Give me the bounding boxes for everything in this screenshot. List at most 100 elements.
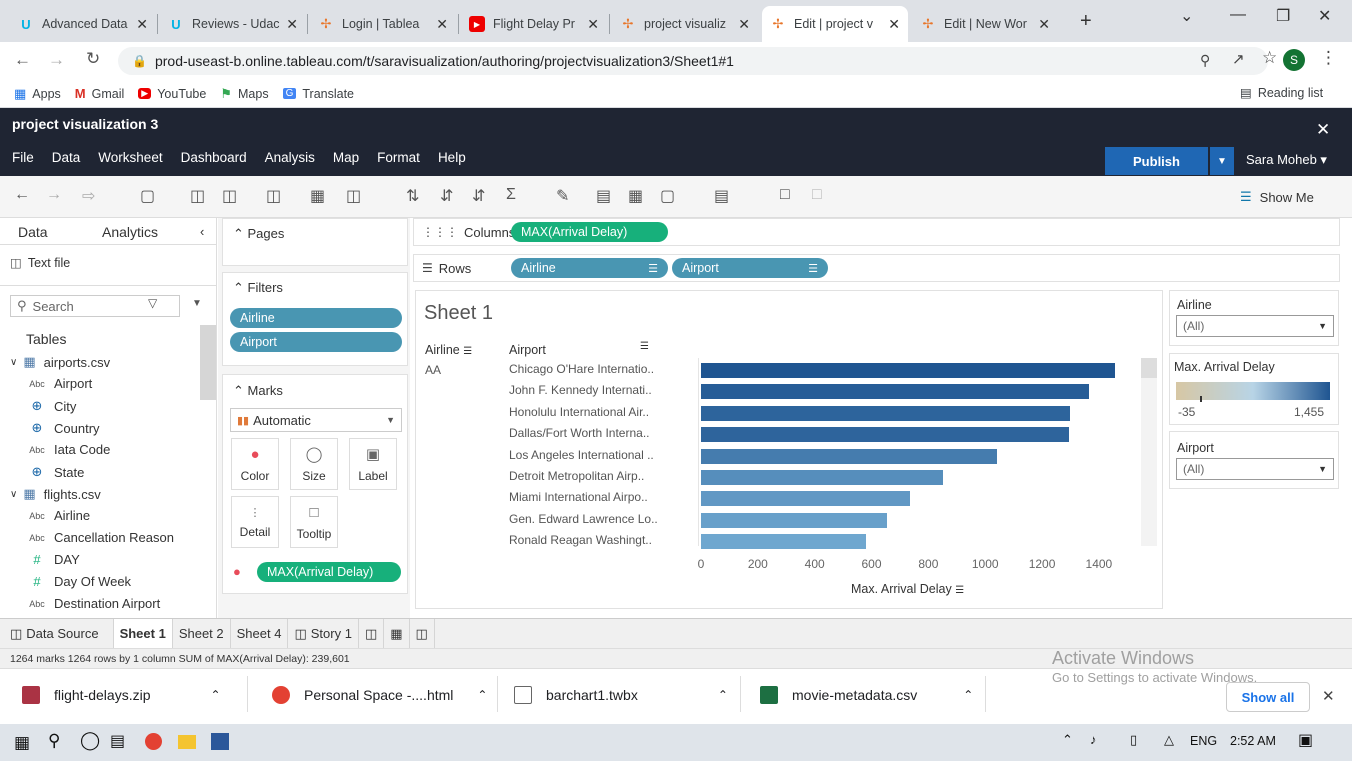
volume-icon[interactable]: ♪ <box>1090 732 1097 747</box>
language-indicator[interactable]: ENG <box>1190 734 1217 748</box>
save-icon[interactable]: ▢ <box>140 186 155 206</box>
x-axis-title[interactable]: Max. Arrival Delay ☰ <box>851 582 964 596</box>
new-story-button[interactable]: ◫ <box>410 618 435 649</box>
analytics-tab[interactable]: Analytics <box>102 224 158 240</box>
menu-item[interactable]: Data <box>52 150 81 165</box>
bar[interactable] <box>701 448 997 464</box>
reload-button[interactable]: ↻ <box>86 49 100 69</box>
collapse-pane-icon[interactable]: ‹ <box>200 224 204 239</box>
tab-sheet-1[interactable]: Sheet 1 <box>113 618 173 649</box>
notification-icon[interactable]: ▣ <box>1298 730 1313 750</box>
bar[interactable] <box>701 405 1071 421</box>
field-item[interactable]: ⊕ City <box>26 398 77 414</box>
browser-tab[interactable]: ▶ Flight Delay Pr ✕ <box>461 6 607 42</box>
rows-pill-airline[interactable]: Airline ☰ <box>511 258 668 278</box>
share-workbook-icon[interactable]: □ <box>812 186 822 204</box>
tab-story-1[interactable]: ◫ Story 1 <box>288 618 359 649</box>
format-icon[interactable]: ▦ <box>628 186 643 206</box>
row-label[interactable]: Chicago O'Hare Internatio.. <box>509 362 654 376</box>
redo-icon[interactable]: → <box>46 186 62 204</box>
browser-tab[interactable]: U Advanced Data ✕ <box>10 6 156 42</box>
tray-up-icon[interactable]: ⌃ <box>1062 732 1073 748</box>
replay-icon[interactable]: ⇨ <box>82 186 95 206</box>
battery-icon[interactable]: ▯ <box>1130 732 1137 748</box>
pause-updates-icon[interactable]: ◫ <box>222 186 237 206</box>
filter-fields-icon[interactable]: ▽ <box>148 296 157 310</box>
bar[interactable] <box>701 534 866 550</box>
publish-dropdown-button[interactable]: ▼ <box>1210 147 1234 175</box>
profile-avatar[interactable]: S <box>1283 49 1305 71</box>
color-button[interactable]: ● Color <box>231 438 279 490</box>
field-item[interactable]: Abc Iata Code <box>26 442 110 457</box>
publish-button[interactable]: Publish <box>1105 147 1208 175</box>
header-airline[interactable]: Airline ☰ <box>425 343 472 357</box>
bar[interactable] <box>701 384 1089 400</box>
key-icon[interactable]: ⚲ <box>1200 52 1210 69</box>
undo-icon[interactable]: ← <box>14 186 30 204</box>
word-taskbar-icon[interactable] <box>211 733 229 750</box>
field-item[interactable]: # DAY <box>26 552 79 567</box>
filter-pill-airline[interactable]: Airline <box>230 308 402 328</box>
label-button[interactable]: ▣ Label <box>349 438 397 490</box>
download-item[interactable]: barchart1.twbx ⌃ <box>514 686 728 704</box>
field-item[interactable]: ⊕ State <box>26 464 85 480</box>
row-label[interactable]: Gen. Edward Lawrence Lo.. <box>509 512 658 526</box>
browser-tab[interactable]: ✢ Edit | project v ✕ <box>762 6 908 42</box>
table-item[interactable]: ∨ ▦ flights.csv <box>10 486 101 502</box>
row-label[interactable]: Ronald Reagan Washingt.. <box>509 533 652 547</box>
new-worksheet-icon[interactable]: ◫ <box>266 186 281 206</box>
close-tab-icon[interactable]: ✕ <box>888 16 900 33</box>
field-item[interactable]: Abc Destination Airport <box>26 596 160 611</box>
maximize-button[interactable]: ❐ <box>1276 6 1290 26</box>
menu-item[interactable]: Map <box>333 150 359 165</box>
menu-item[interactable]: Format <box>377 150 420 165</box>
close-tab-icon[interactable]: ✕ <box>738 16 750 33</box>
download-item[interactable]: Personal Space -....html ⌃ <box>272 686 487 704</box>
share-icon[interactable]: ↗ <box>1232 50 1245 68</box>
network-icon[interactable]: △ <box>1164 732 1174 748</box>
menu-item[interactable]: Worksheet <box>98 150 162 165</box>
row-label[interactable]: Honolulu International Air.. <box>509 405 649 419</box>
forward-button[interactable]: → <box>48 50 65 70</box>
menu-item[interactable]: Dashboard <box>181 150 247 165</box>
airport-filter-select[interactable]: (All) ▼ <box>1176 458 1334 480</box>
field-item[interactable]: Abc Cancellation Reason <box>26 530 174 545</box>
show-me-button[interactable]: ☰ Show Me <box>1240 189 1314 205</box>
taskbar-search-icon[interactable]: ⚲ <box>48 731 60 751</box>
clock[interactable]: 2:52 AM <box>1230 734 1276 748</box>
menu-item[interactable]: Analysis <box>265 150 315 165</box>
user-menu[interactable]: Sara Moheb ▾ <box>1246 152 1327 168</box>
header-airport[interactable]: Airport <box>509 343 546 357</box>
totals-icon[interactable]: Σ <box>506 186 516 204</box>
data-source-item[interactable]: ◫ Text file <box>10 255 70 271</box>
bar[interactable] <box>701 363 1115 378</box>
bookmark-maps[interactable]: ⚑ Maps <box>220 86 268 102</box>
rows-pill-airport[interactable]: Airport ☰ <box>672 258 828 278</box>
new-data-source-icon[interactable]: ◫ <box>190 186 205 206</box>
windows-start-icon[interactable]: ▦ <box>14 733 30 753</box>
sort-icon[interactable]: ☰ <box>640 341 649 352</box>
sort-ascending-icon[interactable]: ⇵ <box>440 186 453 206</box>
tab-sheet-4[interactable]: Sheet 4 <box>231 618 289 649</box>
size-button[interactable]: ◯ Size <box>290 438 338 490</box>
close-tab-icon[interactable]: ✕ <box>286 16 298 33</box>
viz-scrollbar[interactable] <box>1141 358 1157 546</box>
highlight-icon[interactable]: ✎ <box>556 186 569 206</box>
columns-pill[interactable]: MAX(Arrival Delay) <box>511 222 668 242</box>
tab-sheet-2[interactable]: Sheet 2 <box>173 618 231 649</box>
bookmark-apps[interactable]: ▦ Apps <box>14 86 61 102</box>
bar[interactable] <box>701 427 1070 443</box>
reading-list-button[interactable]: ▤ Reading list <box>1240 85 1323 101</box>
airline-filter-select[interactable]: (All) ▼ <box>1176 315 1334 337</box>
row-label[interactable]: Los Angeles International .. <box>509 448 654 462</box>
color-pill[interactable]: MAX(Arrival Delay) <box>257 562 401 582</box>
close-tab-icon[interactable]: ✕ <box>1038 16 1050 33</box>
browser-tab[interactable]: ✢ Login | Tablea ✕ <box>310 6 456 42</box>
close-downloads-icon[interactable]: ✕ <box>1322 687 1335 705</box>
close-window-button[interactable]: ✕ <box>1318 6 1331 26</box>
duplicate-sheet-icon[interactable]: ▦ <box>310 186 325 206</box>
new-tab-button[interactable]: + <box>1080 10 1092 33</box>
menu-item[interactable]: Help <box>438 150 466 165</box>
filter-pill-airport[interactable]: Airport <box>230 332 402 352</box>
tooltip-icon[interactable]: □ <box>780 186 790 204</box>
